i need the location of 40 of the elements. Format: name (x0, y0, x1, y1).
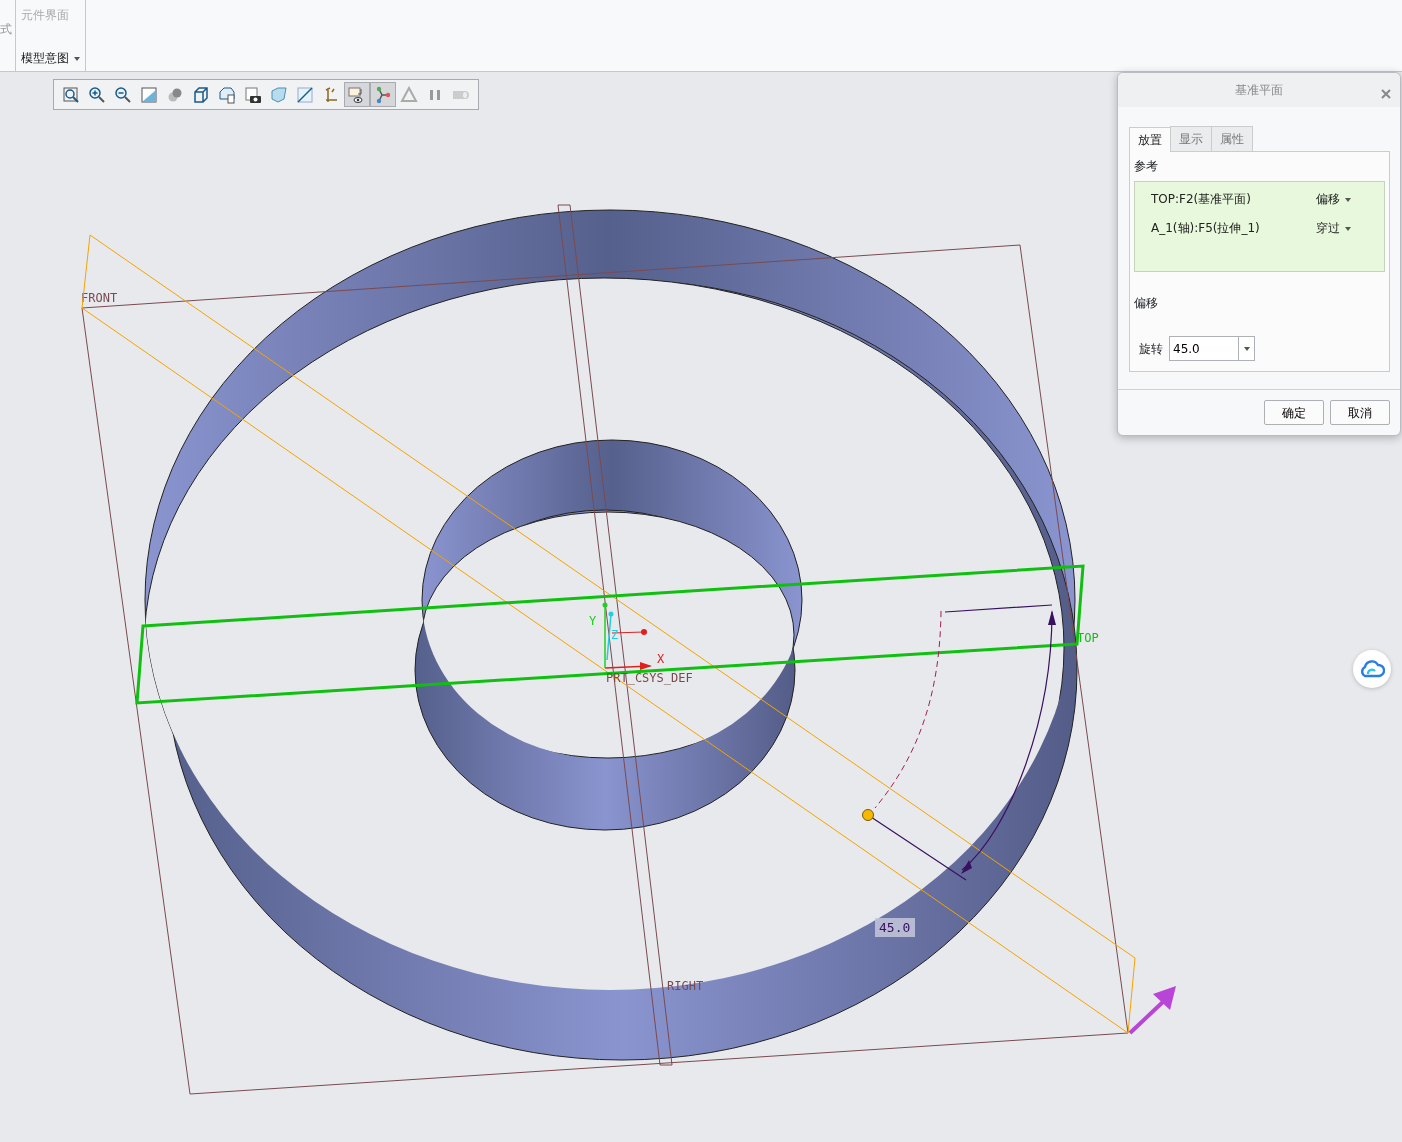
saved-views-icon (218, 85, 236, 104)
ok-button[interactable]: 确定 (1264, 400, 1324, 425)
cancel-button[interactable]: 取消 (1330, 400, 1390, 425)
connected-nodes-icon (374, 85, 392, 104)
plane-slash-icon (296, 85, 314, 104)
cube-icon (192, 85, 210, 104)
reference-name: A_1(轴):F5(拉伸_1) (1151, 220, 1261, 237)
refit-icon (62, 85, 80, 104)
drag-handle[interactable] (862, 809, 874, 821)
rotation-combobox[interactable]: 45.0 (1169, 336, 1255, 361)
dialog-tab[interactable]: 属性 (1211, 126, 1253, 151)
constraint-dropdown[interactable]: 偏移 (1316, 190, 1351, 208)
dialog-title: 基准平面 (1235, 82, 1283, 99)
dimension-value[interactable]: 45.0 (879, 920, 911, 935)
zoom-out-icon (114, 85, 132, 104)
top-plane-label: TOP (1077, 631, 1099, 645)
display-toggle-icon (348, 85, 366, 104)
offset-label: 偏移 (1134, 296, 1158, 310)
camera-icon (244, 85, 262, 104)
rotation-label: 旋转 (1139, 340, 1163, 358)
references-label: 参考 (1134, 159, 1158, 173)
cloud-icon[interactable] (1353, 650, 1391, 688)
zoom-in-icon (88, 85, 106, 104)
triangle-icon (400, 85, 418, 104)
dialog-tab[interactable]: 放置 (1129, 127, 1171, 152)
display-tool-button[interactable] (344, 82, 370, 107)
coordinate-system-drawing (602, 602, 652, 670)
reference-name: TOP:F2(基准平面) (1151, 191, 1252, 208)
y-axis-label: Y (589, 614, 597, 628)
dimension-background (875, 918, 915, 937)
ribbon-cut-label: 式 (0, 22, 12, 36)
points-tool-button[interactable] (370, 82, 396, 107)
repaint-icon (140, 85, 158, 104)
direction-arrow-icon[interactable] (1128, 986, 1176, 1035)
references-list[interactable]: TOP:F2(基准平面) 偏移 A_1(轴):F5(拉伸_1) 穿过 (1134, 181, 1385, 272)
group-dropdown[interactable]: 模型意图 (21, 49, 80, 67)
section-box-icon (270, 85, 288, 104)
constraint-dropdown[interactable]: 穿过 (1316, 219, 1351, 237)
dialog-tab[interactable]: 显示 (1170, 126, 1212, 151)
x-axis-label: X (657, 652, 665, 666)
